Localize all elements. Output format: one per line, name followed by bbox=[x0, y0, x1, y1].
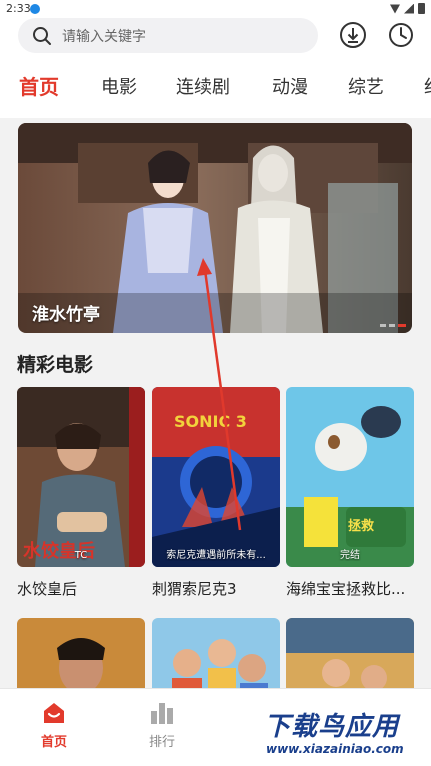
movie-title[interactable]: 海绵宝宝拯救比... bbox=[286, 578, 416, 599]
tab-anime[interactable]: 动漫 bbox=[272, 73, 308, 99]
poster-image: 拯救 bbox=[286, 387, 414, 567]
nav-home-label: 首页 bbox=[40, 735, 67, 750]
movie-poster[interactable] bbox=[286, 618, 414, 688]
watermark: 下载鸟应用 www.xiazainiao.com bbox=[258, 702, 428, 762]
poster-image: 水饺皇后 bbox=[17, 387, 145, 567]
top-bar: 请输入关键字 bbox=[0, 18, 431, 56]
poster-image bbox=[286, 618, 414, 688]
poster-badge: 索尼克遭遇前所未有... bbox=[166, 550, 266, 561]
wifi-icon bbox=[390, 4, 400, 14]
movie-poster[interactable] bbox=[17, 618, 145, 688]
movie-poster[interactable] bbox=[152, 618, 280, 688]
poster-badge: 完结 bbox=[340, 550, 360, 561]
main-content: 淮水竹亭 精彩电影 水饺皇后 TC 水饺皇后 SONIC 3 索尼克遭遇前所未有… bbox=[0, 118, 431, 688]
movie-title[interactable]: 水饺皇后 bbox=[17, 578, 147, 599]
search-icon bbox=[33, 26, 51, 45]
nav-ranking-label: 排行 bbox=[148, 735, 175, 750]
movie-poster[interactable]: SONIC 3 索尼克遭遇前所未有... bbox=[152, 387, 280, 567]
tab-movies[interactable]: 电影 bbox=[101, 73, 137, 99]
home-icon bbox=[44, 703, 64, 723]
poster-image bbox=[17, 618, 145, 688]
signal-icon bbox=[404, 3, 414, 14]
svg-text:SONIC 3: SONIC 3 bbox=[174, 412, 247, 431]
watermark-url: www.xiazainiao.com bbox=[266, 742, 404, 756]
nav-home[interactable]: 首页 bbox=[19, 699, 89, 750]
poster-badge: TC bbox=[74, 550, 88, 561]
svg-text:拯救: 拯救 bbox=[348, 518, 374, 534]
status-time: 2:33 bbox=[6, 2, 31, 15]
tab-variety[interactable]: 综艺 bbox=[348, 73, 384, 99]
chart-icon bbox=[151, 703, 173, 724]
tab-documentary[interactable]: 纪 bbox=[424, 73, 431, 99]
tab-home[interactable]: 首页 bbox=[19, 71, 59, 100]
battery-icon bbox=[418, 3, 425, 14]
category-tabs: 首页 电影 连续剧 动漫 综艺 纪 bbox=[0, 56, 431, 118]
movie-poster[interactable]: 水饺皇后 TC bbox=[17, 387, 145, 567]
notification-icon bbox=[30, 4, 40, 14]
search-input[interactable]: 请输入关键字 bbox=[18, 18, 318, 53]
history-icon[interactable] bbox=[387, 21, 415, 49]
movie-title[interactable]: 刺猬索尼克3 bbox=[152, 578, 282, 599]
search-placeholder: 请输入关键字 bbox=[62, 28, 146, 45]
poster-image bbox=[152, 618, 280, 688]
status-bar: 2:33 bbox=[0, 0, 431, 18]
movie-poster[interactable]: 拯救 完结 bbox=[286, 387, 414, 567]
download-icon[interactable] bbox=[339, 21, 367, 49]
carousel-indicator bbox=[380, 324, 406, 327]
featured-banner[interactable]: 淮水竹亭 bbox=[18, 123, 412, 333]
nav-ranking[interactable]: 排行 bbox=[127, 699, 197, 750]
banner-caption: 淮水竹亭 bbox=[32, 305, 100, 325]
poster-image: SONIC 3 bbox=[152, 387, 280, 567]
watermark-title: 下载鸟应用 bbox=[264, 712, 400, 742]
section-title: 精彩电影 bbox=[17, 354, 94, 376]
tab-series[interactable]: 连续剧 bbox=[176, 73, 230, 99]
status-icons bbox=[390, 3, 425, 14]
